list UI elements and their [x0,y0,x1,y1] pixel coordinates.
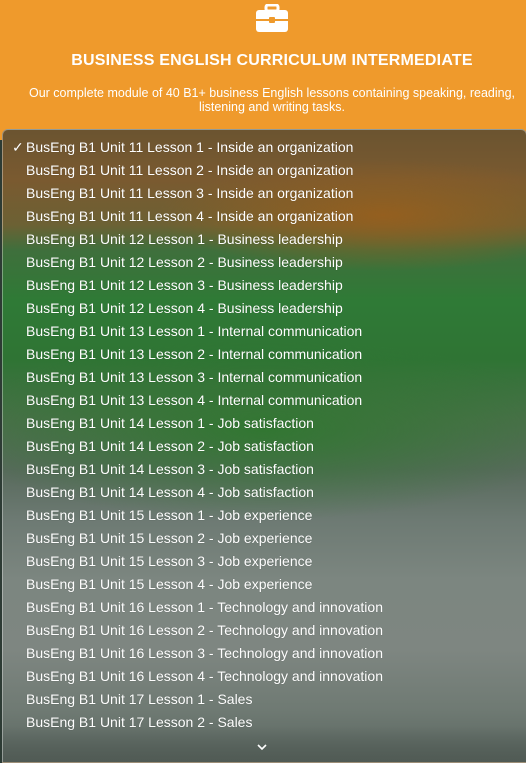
lesson-option[interactable]: BusEng B1 Unit 14 Lesson 3 - Job satisfa… [26,461,314,484]
lesson-option-label: BusEng B1 Unit 16 Lesson 3 - Technology … [26,645,383,661]
lesson-option-label: BusEng B1 Unit 12 Lesson 4 - Business le… [26,300,343,316]
check-icon: ✓ [12,139,24,155]
page-subtitle: Our complete module of 40 B1+ business E… [28,86,516,114]
page-title: BUSINESS ENGLISH CURRICULUM INTERMEDIATE [71,52,473,69]
lesson-option[interactable]: ✓ BusEng B1 Unit 11 Lesson 1 - Inside an … [12,139,354,162]
lesson-option[interactable]: BusEng B1 Unit 16 Lesson 4 - Technology … [26,668,383,691]
lesson-option-label: BusEng B1 Unit 11 Lesson 2 - Inside an o… [26,162,354,178]
lesson-option[interactable]: BusEng B1 Unit 13 Lesson 2 - Internal co… [26,346,362,369]
lesson-option-label: BusEng B1 Unit 16 Lesson 2 - Technology … [26,622,383,638]
lesson-option-label: BusEng B1 Unit 11 Lesson 1 - Inside an o… [26,139,354,155]
lesson-option[interactable]: BusEng B1 Unit 12 Lesson 2 - Business le… [26,254,343,277]
lesson-option-label: BusEng B1 Unit 14 Lesson 1 - Job satisfa… [26,415,314,431]
lesson-option[interactable]: BusEng B1 Unit 17 Lesson 1 - Sales [26,691,252,714]
lesson-option-label: BusEng B1 Unit 12 Lesson 3 - Business le… [26,277,343,293]
lesson-option-label: BusEng B1 Unit 13 Lesson 4 - Internal co… [26,392,363,408]
lesson-option[interactable]: BusEng B1 Unit 16 Lesson 2 - Technology … [26,622,383,645]
lesson-option-label: BusEng B1 Unit 13 Lesson 1 - Internal co… [26,323,363,339]
lesson-option-label: BusEng B1 Unit 15 Lesson 4 - Job experie… [26,576,313,592]
lesson-option[interactable]: BusEng B1 Unit 14 Lesson 2 - Job satisfa… [26,438,314,461]
lesson-option-label: BusEng B1 Unit 15 Lesson 1 - Job experie… [26,507,313,523]
chevron-down-icon[interactable] [255,740,269,754]
lesson-option-label: BusEng B1 Unit 11 Lesson 3 - Inside an o… [26,185,354,201]
lesson-option[interactable]: BusEng B1 Unit 16 Lesson 1 - Technology … [26,599,383,622]
lesson-option[interactable]: BusEng B1 Unit 15 Lesson 4 - Job experie… [26,576,312,599]
lesson-option-label: BusEng B1 Unit 13 Lesson 3 - Internal co… [26,369,363,385]
lesson-option[interactable]: BusEng B1 Unit 13 Lesson 4 - Internal co… [26,392,362,415]
lesson-option[interactable]: BusEng B1 Unit 11 Lesson 2 - Inside an o… [26,162,353,185]
lesson-option-label: BusEng B1 Unit 14 Lesson 3 - Job satisfa… [26,461,314,477]
lesson-option[interactable]: BusEng B1 Unit 12 Lesson 1 - Business le… [26,231,343,254]
lesson-option-label: BusEng B1 Unit 13 Lesson 2 - Internal co… [26,346,363,362]
lesson-option[interactable]: BusEng B1 Unit 13 Lesson 3 - Internal co… [26,369,362,392]
lesson-option[interactable]: BusEng B1 Unit 14 Lesson 1 - Job satisfa… [26,415,314,438]
lesson-option[interactable]: BusEng B1 Unit 11 Lesson 3 - Inside an o… [26,185,353,208]
lesson-option[interactable]: BusEng B1 Unit 16 Lesson 3 - Technology … [26,645,383,668]
lesson-option[interactable]: BusEng B1 Unit 12 Lesson 3 - Business le… [26,277,343,300]
lesson-option[interactable]: BusEng B1 Unit 12 Lesson 4 - Business le… [26,300,343,323]
lesson-option[interactable]: BusEng B1 Unit 15 Lesson 3 - Job experie… [26,553,312,576]
lesson-option-label: BusEng B1 Unit 15 Lesson 3 - Job experie… [26,553,313,569]
lesson-option-label: BusEng B1 Unit 11 Lesson 4 - Inside an o… [26,208,354,224]
lesson-select-dropdown[interactable]: ✓ BusEng B1 Unit 11 Lesson 1 - Inside an … [2,129,526,763]
lesson-option[interactable]: BusEng B1 Unit 15 Lesson 1 - Job experie… [26,507,312,530]
lesson-option-label: BusEng B1 Unit 16 Lesson 4 - Technology … [26,668,383,684]
lesson-option[interactable]: BusEng B1 Unit 11 Lesson 4 - Inside an o… [26,208,353,231]
lesson-option-label: BusEng B1 Unit 14 Lesson 4 - Job satisfa… [26,484,314,500]
lesson-option-label: BusEng B1 Unit 12 Lesson 1 - Business le… [26,231,343,247]
lesson-option[interactable]: BusEng B1 Unit 13 Lesson 1 - Internal co… [26,323,362,346]
lesson-option-label: BusEng B1 Unit 16 Lesson 1 - Technology … [26,599,383,615]
briefcase-icon [256,4,288,32]
lesson-option-label: BusEng B1 Unit 14 Lesson 2 - Job satisfa… [26,438,314,454]
lesson-option-label: BusEng B1 Unit 12 Lesson 2 - Business le… [26,254,343,270]
lesson-option[interactable]: BusEng B1 Unit 14 Lesson 4 - Job satisfa… [26,484,314,507]
lesson-option-label: BusEng B1 Unit 15 Lesson 2 - Job experie… [26,530,313,546]
lesson-option-label: BusEng B1 Unit 17 Lesson 1 - Sales [26,691,253,707]
lesson-option[interactable]: BusEng B1 Unit 15 Lesson 2 - Job experie… [26,530,312,553]
page-header: BUSINESS ENGLISH CURRICULUM INTERMEDIATE… [0,0,526,140]
